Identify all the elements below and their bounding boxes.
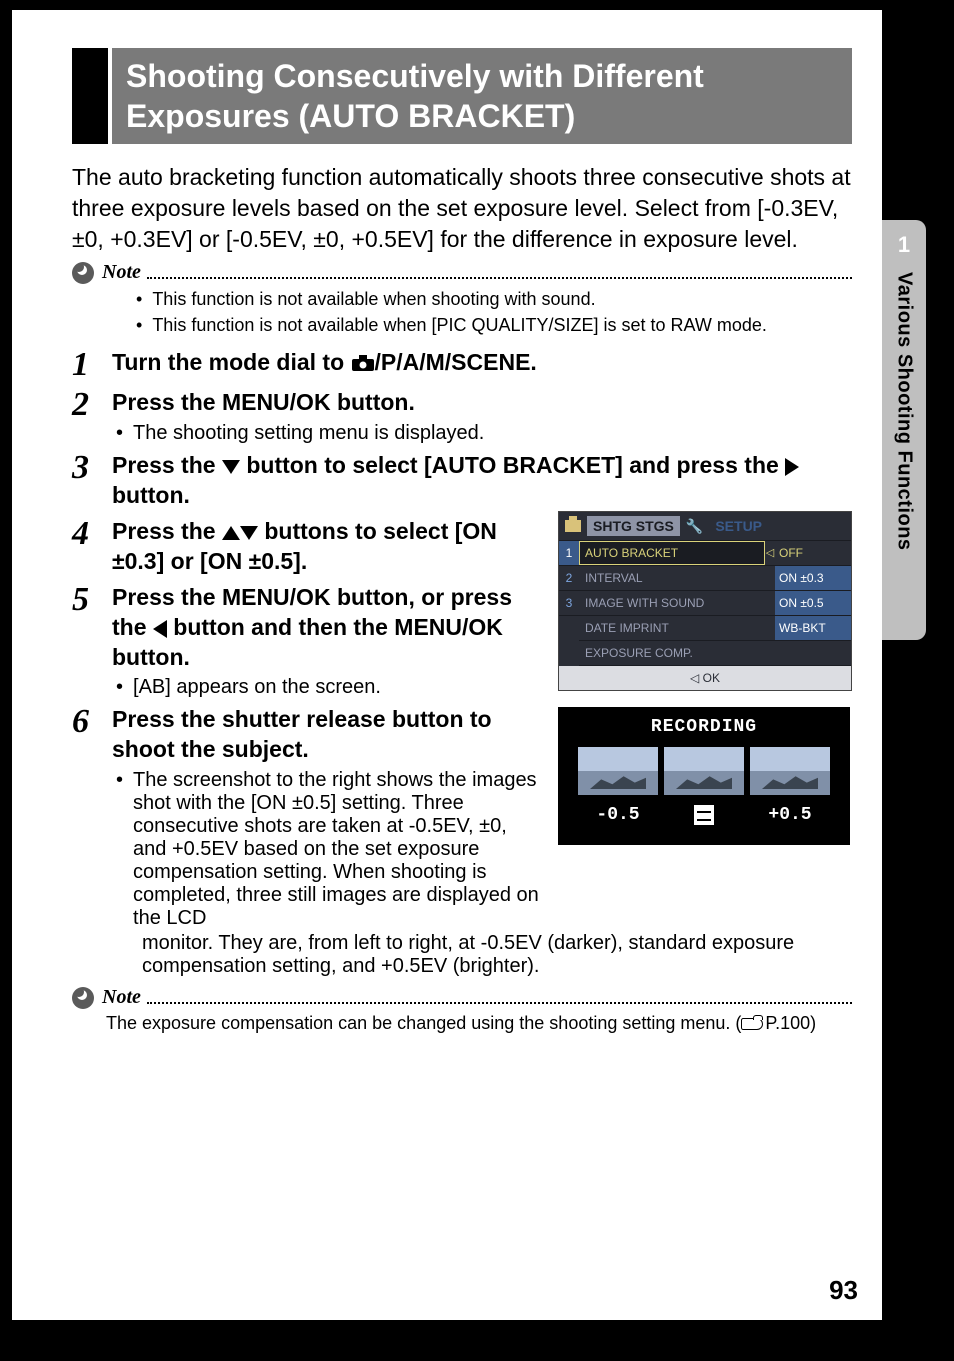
- note-icon: [72, 262, 94, 284]
- step-number: 1: [72, 348, 112, 382]
- thumbnail: [578, 747, 658, 795]
- section-number: 1: [898, 232, 910, 258]
- step: 2 Press the MENU/OK button. The shooting…: [72, 388, 852, 445]
- note-bullets: This function is not available when shoo…: [136, 286, 852, 338]
- step-number: 6: [72, 705, 112, 930]
- section-label: Various Shooting Functions: [893, 272, 916, 551]
- step: 5 Press the MENU/OK button, or press the…: [72, 583, 542, 700]
- step-number: 5: [72, 583, 112, 700]
- note-bullet: This function is not available when [PIC…: [152, 312, 767, 338]
- step-substep: [AB] appears on the screen.: [112, 676, 542, 699]
- ev-center-icon: [664, 805, 744, 831]
- step-number: 3: [72, 451, 112, 511]
- step: 4 Press the buttons to select [ON ±0.3] …: [72, 517, 542, 577]
- recording-thumbnails: [578, 747, 830, 795]
- lcd-menu-item: INTERVAL: [579, 566, 775, 590]
- pointing-hand-icon: [741, 1016, 763, 1032]
- down-arrow-icon: [222, 460, 240, 474]
- lcd-menu-item: AUTO BRACKET: [579, 541, 765, 565]
- left-arrow-icon: [153, 620, 167, 638]
- step-title: Press the buttons to select [ON ±0.3] or…: [112, 517, 542, 577]
- page-title: Shooting Consecutively with Different Ex…: [112, 48, 852, 144]
- wrench-icon: 🔧: [686, 518, 703, 535]
- step: 6 Press the shutter release button to sh…: [72, 705, 542, 930]
- lcd-tab-active: SHTG STGS: [587, 516, 680, 536]
- step: 1 Turn the mode dial to /P/A/M/SCENE.: [72, 348, 852, 382]
- manual-page: 1 Various Shooting Functions Shooting Co…: [12, 10, 882, 1320]
- step-title: Press the shutter release button to shoo…: [112, 705, 542, 765]
- right-arrow-icon: [785, 458, 799, 476]
- lcd-menu-item: DATE IMPRINT: [579, 616, 775, 640]
- step-title: Press the button to select [AUTO BRACKET…: [112, 451, 852, 511]
- page-heading: Shooting Consecutively with Different Ex…: [72, 48, 852, 144]
- thumbnail: [664, 747, 744, 795]
- section-tab: 1 Various Shooting Functions: [882, 220, 926, 640]
- recording-preview: RECORDING -0.5 +0.5: [558, 707, 850, 845]
- step-number: 4: [72, 517, 112, 577]
- lcd-tab-inactive: SETUP: [709, 516, 768, 536]
- camera-icon: [565, 520, 581, 532]
- step: 3 Press the button to select [AUTO BRACK…: [72, 451, 852, 511]
- exposure-icon: [694, 805, 714, 825]
- lcd-menu-value: WB-BKT: [775, 616, 851, 640]
- up-arrow-icon: [222, 526, 240, 540]
- lcd-menu-item: EXPOSURE COMP.: [579, 641, 775, 665]
- step-substep: The shooting setting menu is displayed.: [112, 422, 852, 445]
- lcd-page-numbers: 1 2 3: [559, 541, 579, 666]
- step-substep: The screenshot to the right shows the im…: [112, 769, 542, 930]
- intro-paragraph: The auto bracketing function automatical…: [72, 162, 852, 255]
- note-dash-rule: [147, 267, 852, 279]
- lcd-menu-screenshot: SHTG STGS 🔧 SETUP 1 2 3 AUTO BRACKET◁OFF…: [558, 511, 852, 691]
- step-number: 2: [72, 388, 112, 445]
- step-title: Press the MENU/OK button.: [112, 388, 852, 418]
- down-arrow-icon: [240, 526, 258, 540]
- note-dash-rule: [147, 992, 852, 1004]
- recording-title: RECORDING: [651, 717, 757, 737]
- recording-values: -0.5 +0.5: [558, 805, 850, 831]
- note-heading: Note: [72, 986, 852, 1009]
- page-number: 93: [829, 1275, 858, 1306]
- lcd-menu-value: ON ±0.3: [775, 566, 851, 590]
- ev-value: -0.5: [578, 805, 658, 831]
- left-indicator-icon: ◁: [765, 541, 775, 565]
- camera-icon: [351, 350, 375, 380]
- heading-bar: [72, 48, 108, 144]
- lcd-menu-value: ON ±0.5: [775, 591, 851, 615]
- lcd-menu-list: AUTO BRACKET◁OFF INTERVALON ±0.3 IMAGE W…: [579, 541, 851, 666]
- lcd-tabs: SHTG STGS 🔧 SETUP: [559, 512, 851, 541]
- thumbnail: [750, 747, 830, 795]
- step-title: Press the MENU/OK button, or press the b…: [112, 583, 542, 673]
- lcd-footer: ◁ OK: [559, 666, 851, 690]
- step-title: Turn the mode dial to /P/A/M/SCENE.: [112, 348, 852, 380]
- note-bullet: This function is not available when shoo…: [152, 286, 595, 312]
- note-heading: Note: [72, 261, 852, 284]
- note-label: Note: [102, 986, 141, 1009]
- note-icon: [72, 987, 94, 1009]
- lcd-menu-value: OFF: [775, 541, 851, 565]
- note-label: Note: [102, 261, 141, 284]
- lcd-menu-item: IMAGE WITH SOUND: [579, 591, 775, 615]
- note-text: The exposure compensation can be changed…: [106, 1011, 852, 1036]
- ev-value: +0.5: [750, 805, 830, 831]
- step-substep-continuation: monitor. They are, from left to right, a…: [142, 932, 852, 978]
